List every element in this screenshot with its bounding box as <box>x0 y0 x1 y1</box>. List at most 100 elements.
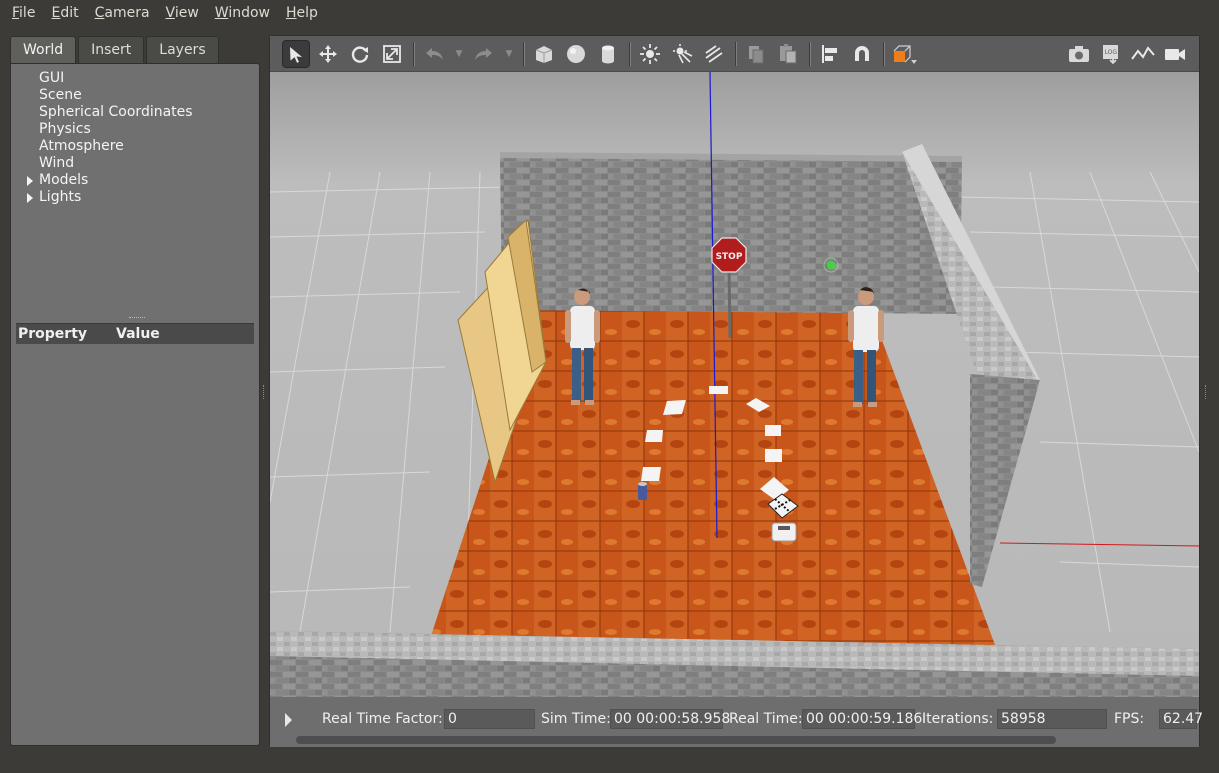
select-mode-button[interactable] <box>282 39 310 68</box>
insert-sphere-button[interactable] <box>562 40 590 68</box>
menu-camera-label: amera <box>104 5 150 21</box>
paste-button[interactable] <box>774 40 802 68</box>
menu-bar: File Edit Camera View Window Help <box>0 0 1219 27</box>
rotate-icon <box>351 45 369 63</box>
tree-item-lights[interactable]: Lights <box>27 189 81 206</box>
floor-marker[interactable] <box>765 425 781 436</box>
tree-item-physics[interactable]: Physics <box>39 121 91 138</box>
tree-item-gui[interactable]: GUI <box>39 70 64 87</box>
viewport-toolbar: ▼ ▼ LOG <box>270 36 1199 72</box>
panel-splitter-handle[interactable] <box>129 317 145 320</box>
value-column-header[interactable]: Value <box>116 326 160 342</box>
point-light-icon <box>640 43 660 64</box>
tab-layers[interactable]: Layers <box>146 36 219 63</box>
undo-history-dropdown[interactable]: ▼ <box>452 40 466 68</box>
real-time-factor-label: Real Time Factor: <box>322 711 443 727</box>
stop-sign-pole <box>727 264 732 339</box>
sim-time-label: Sim Time: <box>541 711 611 727</box>
copy-button[interactable] <box>742 40 770 68</box>
sphere-shape-icon <box>567 44 585 63</box>
scene-3d-view[interactable]: STOP <box>270 72 1199 697</box>
tab-world[interactable]: World <box>10 36 77 63</box>
undo-button[interactable] <box>420 40 448 68</box>
floor-marker[interactable] <box>645 430 663 442</box>
redo-history-dropdown[interactable]: ▼ <box>502 40 516 68</box>
real-time-factor-value: 0 <box>444 709 535 729</box>
camera-icon <box>1069 46 1089 62</box>
align-button[interactable] <box>816 40 844 68</box>
menu-file-label: ile <box>19 5 36 21</box>
menu-help[interactable]: Help <box>278 0 326 27</box>
menu-window[interactable]: Window <box>207 0 278 27</box>
scale-icon <box>383 44 401 63</box>
translate-mode-button[interactable] <box>314 40 342 68</box>
toolbar-separator <box>809 41 811 66</box>
sim-time-value: 00 00:00:58.958 <box>610 709 730 729</box>
view-angle-button[interactable] <box>890 40 918 68</box>
menu-edit-label: dit <box>60 5 79 21</box>
expand-arrow-icon[interactable] <box>27 176 33 186</box>
undo-icon <box>426 47 443 60</box>
light-marker[interactable] <box>827 261 835 269</box>
redo-button[interactable] <box>470 40 498 68</box>
insert-spot-light-button[interactable] <box>668 40 696 68</box>
floor-marker[interactable] <box>765 449 782 462</box>
log-button[interactable]: LOG <box>1097 40 1125 68</box>
expand-arrow-icon[interactable] <box>27 193 33 203</box>
floor-marker[interactable] <box>709 386 728 394</box>
spot-light-icon <box>673 43 693 63</box>
chevron-down-icon: ▼ <box>505 48 513 59</box>
real-time-label: Real Time: <box>729 711 803 727</box>
insert-directional-light-button[interactable] <box>700 40 728 68</box>
menu-camera-mnemonic: C <box>94 5 105 21</box>
play-icon[interactable] <box>285 713 292 727</box>
toolbar-separator <box>629 41 631 66</box>
toolbar-separator <box>735 41 737 66</box>
screenshot-button[interactable] <box>1065 40 1093 68</box>
status-row: Real Time Factor: 0 Sim Time: 00 00:00:5… <box>270 709 1203 729</box>
world-tree-panel: GUI Scene Spherical Coordinates Physics … <box>10 63 260 746</box>
tree-item-models[interactable]: Models <box>27 172 89 189</box>
tree-item-wind[interactable]: Wind <box>39 155 74 172</box>
back-brick-wall[interactable] <box>500 156 962 314</box>
tree-item-atmosphere[interactable]: Atmosphere <box>39 138 124 155</box>
robot-model[interactable] <box>771 522 797 542</box>
menu-camera[interactable]: Camera <box>87 0 158 27</box>
snap-button[interactable] <box>848 40 876 68</box>
left-splitter-grip[interactable] <box>263 385 266 399</box>
menu-view[interactable]: View <box>158 0 207 27</box>
plot-button[interactable] <box>1129 40 1157 68</box>
chevron-down-icon: ▼ <box>455 48 463 59</box>
iterations-value: 58958 <box>997 709 1107 729</box>
menu-edit[interactable]: Edit <box>43 0 86 27</box>
stop-sign-text: STOP <box>716 252 743 262</box>
insert-box-button[interactable] <box>530 40 558 68</box>
property-table-header: Property Value <box>16 323 254 344</box>
menu-window-mnemonic: W <box>214 5 229 21</box>
tree-item-models-label: Models <box>39 172 89 188</box>
menu-file[interactable]: File <box>4 0 43 27</box>
real-time-value: 00 00:00:59.186 <box>802 709 922 729</box>
scene-canvas[interactable]: STOP <box>270 72 1199 697</box>
directional-light-icon <box>705 44 723 63</box>
scale-mode-button[interactable] <box>378 40 406 68</box>
property-column-header[interactable]: Property <box>16 326 116 342</box>
floor-marker[interactable] <box>641 467 661 481</box>
tree-item-scene[interactable]: Scene <box>39 87 82 104</box>
can-model[interactable] <box>638 482 647 500</box>
panel-tabs: World Insert Layers <box>10 36 260 64</box>
copy-icon <box>749 45 764 63</box>
insert-cylinder-button[interactable] <box>594 40 622 68</box>
insert-point-light-button[interactable] <box>636 40 664 68</box>
toolbar-separator <box>883 41 885 66</box>
box-shape-icon <box>535 45 553 63</box>
record-video-button[interactable] <box>1161 40 1189 68</box>
align-icon <box>822 44 837 63</box>
rotate-mode-button[interactable] <box>346 40 374 68</box>
fps-value: 62.47 <box>1159 709 1203 729</box>
right-splitter-grip[interactable] <box>1205 385 1208 399</box>
tab-insert[interactable]: Insert <box>78 36 145 63</box>
fps-label: FPS: <box>1114 711 1145 727</box>
horizontal-scrollbar[interactable] <box>296 736 1056 744</box>
tree-item-spherical-coordinates[interactable]: Spherical Coordinates <box>39 104 193 121</box>
